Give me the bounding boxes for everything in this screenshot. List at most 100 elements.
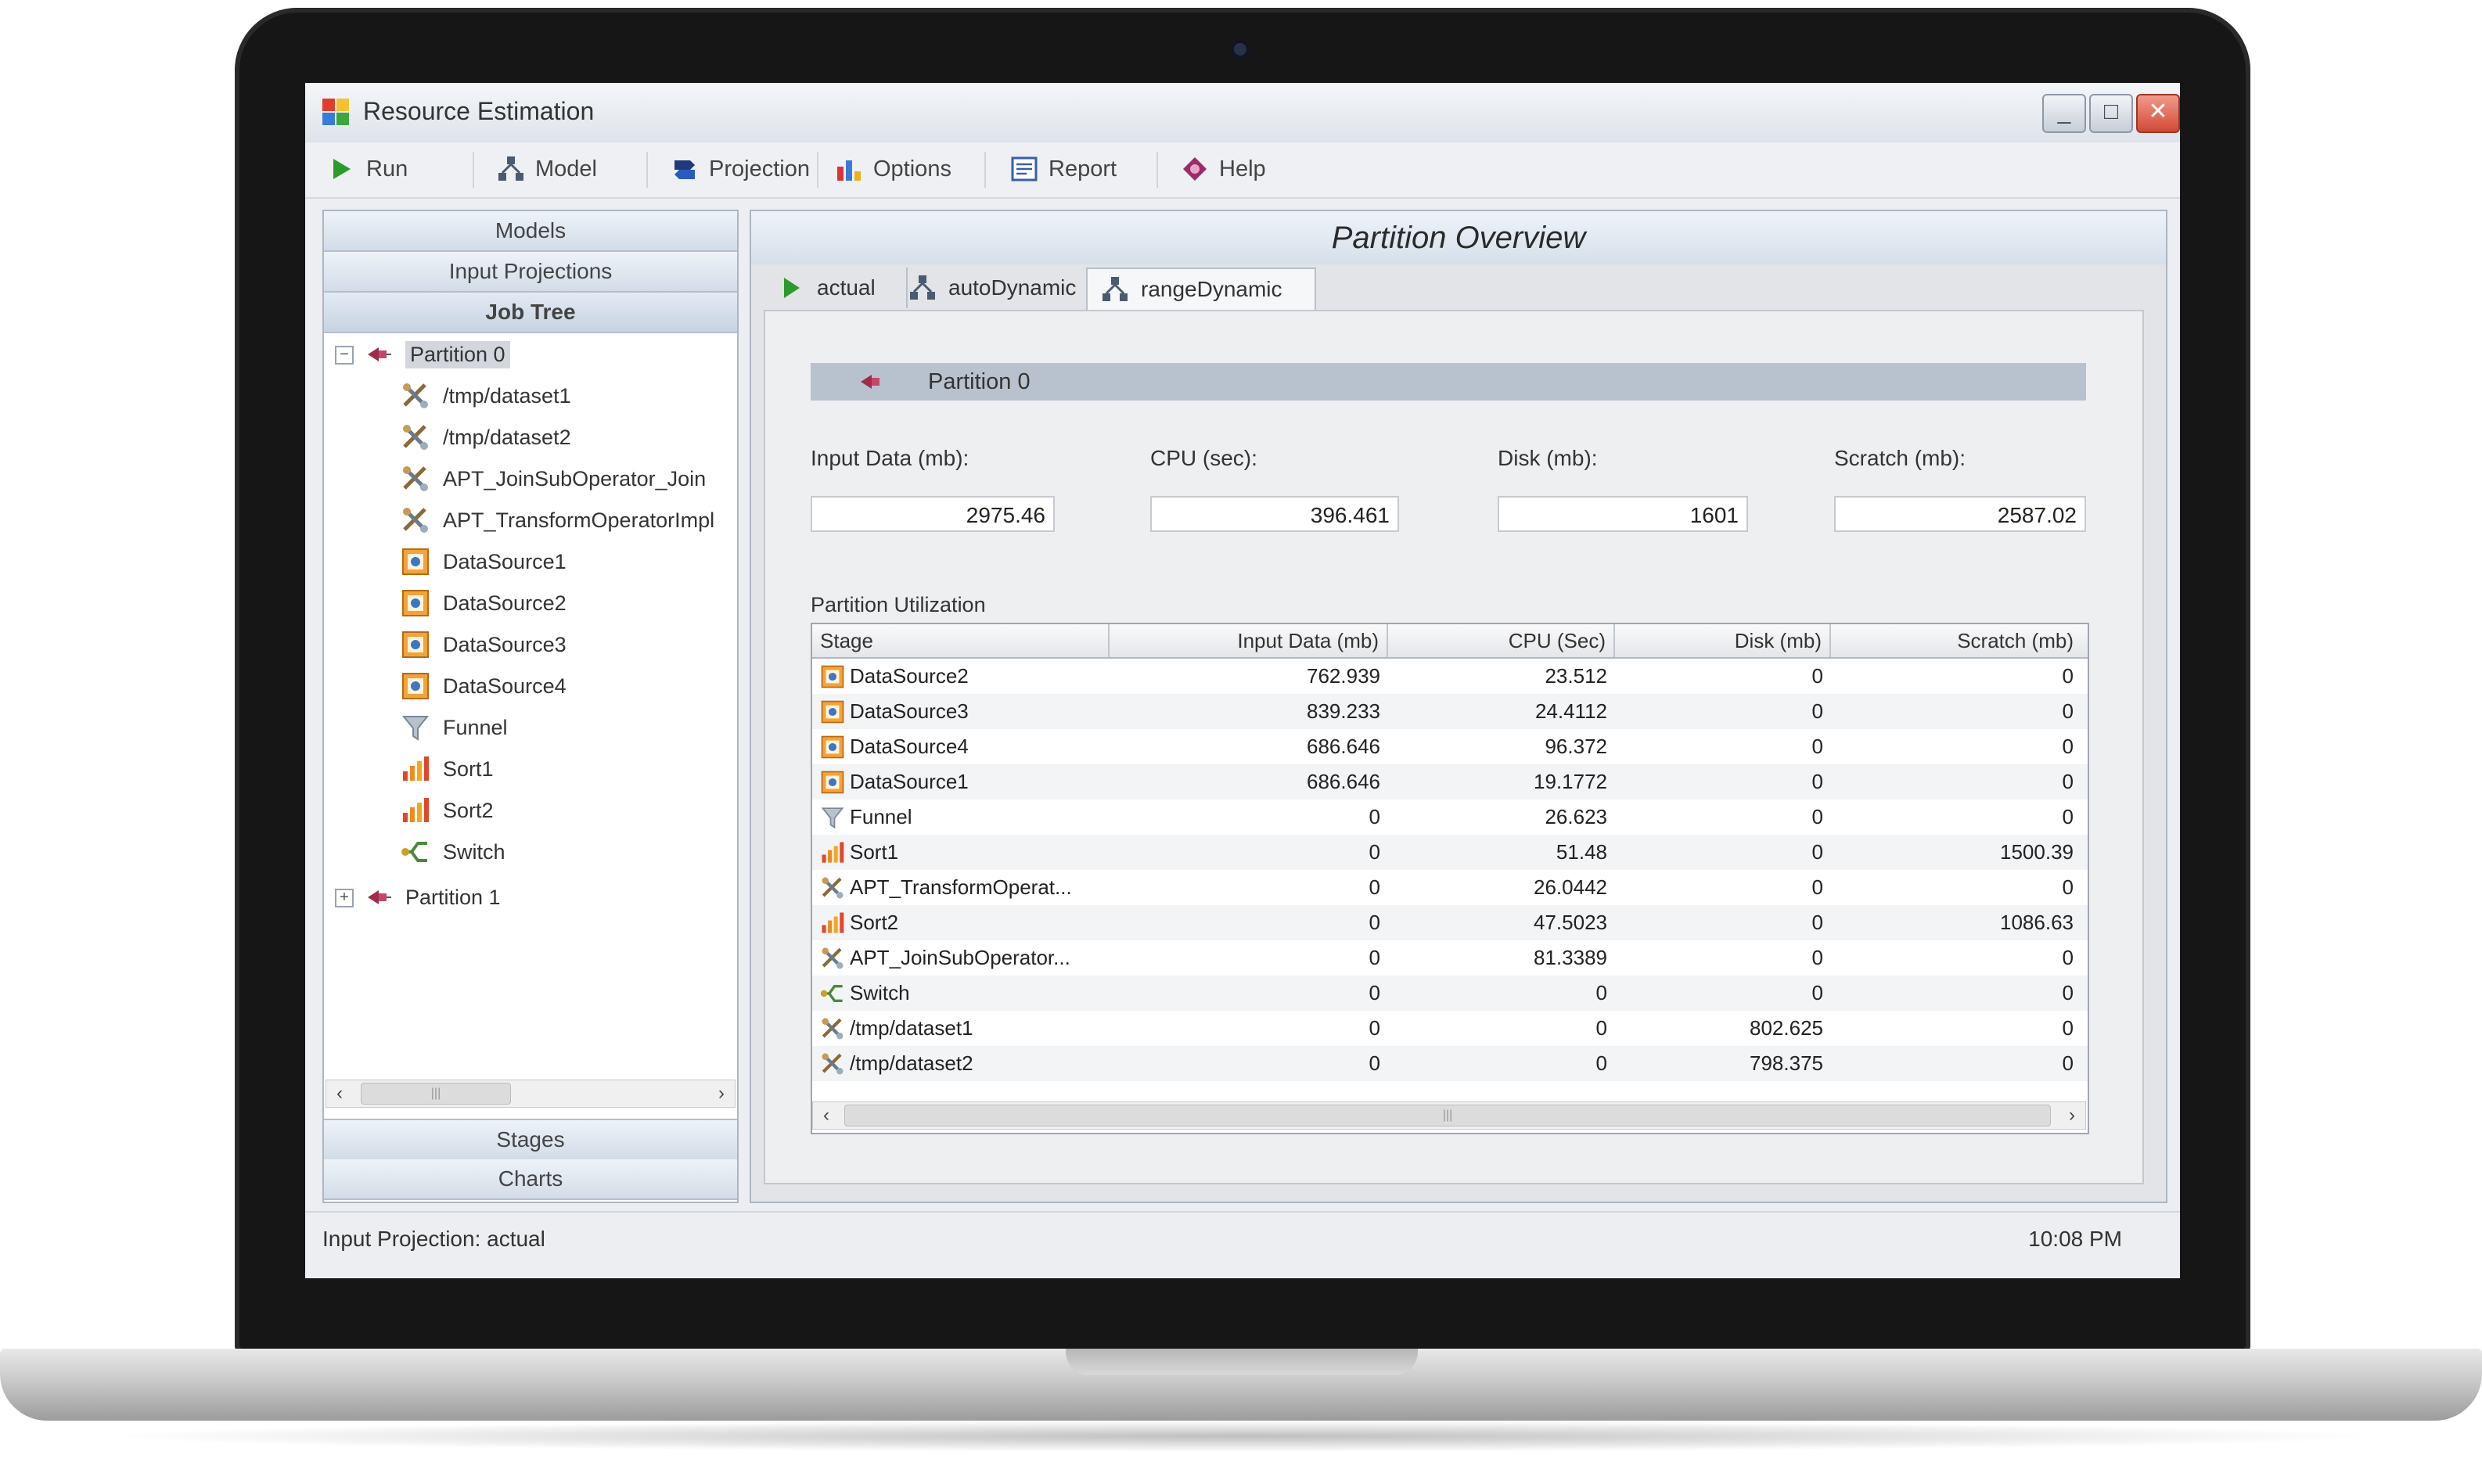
tree-item[interactable]: DataSource2: [401, 585, 567, 621]
model-button[interactable]: Model: [496, 150, 597, 188]
table-row[interactable]: APT_TransformOperat... 0 26.0442 0 0: [812, 870, 2088, 905]
operator-icon: [822, 1018, 844, 1039]
partition-banner: Partition 0: [811, 363, 2086, 401]
left-panel: Models Input Projections Job Tree − Part…: [322, 210, 739, 1203]
tree-item[interactable]: Sort2: [401, 792, 494, 828]
toolbar-separator: [817, 152, 818, 188]
laptop-shadow: [94, 1421, 2388, 1452]
disk-cell: 802.625: [1750, 1016, 1823, 1040]
tree-item-label: DataSource1: [443, 549, 567, 573]
table-row[interactable]: DataSource1 686.646 19.1772 0 0: [812, 764, 2088, 799]
tree-item-partition1[interactable]: Partition 1: [363, 879, 501, 915]
scratch-cell: 1086.63: [2000, 911, 2074, 934]
table-row[interactable]: /tmp/dataset2 0 0 798.375 0: [812, 1046, 2088, 1081]
funnel-icon: [821, 807, 844, 828]
tab-rangedynamic[interactable]: rangeDynamic: [1086, 268, 1316, 310]
cpu-field[interactable]: 396.461: [1150, 496, 1399, 532]
scratch-label: Scratch (mb):: [1834, 446, 1966, 470]
tree-item[interactable]: DataSource3: [401, 627, 567, 663]
scratch-cell: 0: [2062, 664, 2074, 688]
report-button[interactable]: Report: [1009, 150, 1117, 188]
scroll-thumb[interactable]: |||: [844, 1105, 2051, 1126]
tree-item-partition0[interactable]: Partition 0: [363, 336, 510, 372]
title-bar[interactable]: Resource Estimation _ □ ✕: [305, 83, 2180, 143]
stages-header[interactable]: Stages: [324, 1119, 737, 1161]
datasource-icon: [402, 590, 429, 616]
tree-label-partition1: Partition 1: [405, 885, 501, 909]
tree-item[interactable]: /tmp/dataset2: [401, 419, 571, 455]
scroll-right-arrow-icon[interactable]: ›: [708, 1080, 735, 1107]
disk-field[interactable]: 1601: [1498, 496, 1748, 532]
expand-partition1-toggle[interactable]: +: [335, 889, 354, 907]
toolbar-separator: [984, 152, 986, 188]
table-row[interactable]: Sort1 0 51.48 0 1500.39: [812, 835, 2088, 870]
cpu-cell: 47.5023: [1534, 911, 1607, 934]
tree-item[interactable]: Switch: [401, 834, 505, 870]
column-header-scratch[interactable]: Scratch (mb): [1831, 624, 2081, 657]
scroll-left-arrow-icon[interactable]: ‹: [813, 1102, 840, 1129]
input-cell: 0: [1369, 911, 1380, 934]
job-tree-header[interactable]: Job Tree: [324, 293, 737, 333]
table-row[interactable]: DataSource3 839.233 24.4112 0 0: [812, 694, 2088, 729]
models-header[interactable]: Models: [324, 211, 737, 252]
tree-item[interactable]: Sort1: [401, 751, 494, 787]
run-button[interactable]: Run: [327, 150, 408, 188]
collapse-partition0-toggle[interactable]: −: [335, 346, 354, 365]
disk-cell: 0: [1811, 911, 1823, 934]
stage-name: Sort2: [850, 911, 899, 934]
column-header-input-data[interactable]: Input Data (mb): [1110, 624, 1388, 657]
input-projections-header[interactable]: Input Projections: [324, 252, 737, 293]
tree-item-label: /tmp/dataset1: [443, 383, 571, 408]
tree-item[interactable]: /tmp/dataset1: [401, 378, 571, 414]
sort-icon: [822, 912, 844, 933]
tree-item[interactable]: Funnel: [401, 710, 508, 746]
tab-autodynamic[interactable]: autoDynamic: [895, 268, 1099, 308]
column-header-disk[interactable]: Disk (mb): [1615, 624, 1831, 657]
scratch-cell: 0: [2062, 1016, 2074, 1040]
cpu-cell: 0: [1595, 981, 1607, 1004]
window-title: Resource Estimation: [363, 97, 595, 125]
tab-actual[interactable]: actual: [764, 268, 908, 308]
help-button[interactable]: Help: [1180, 150, 1266, 188]
stage-cell: Sort2: [812, 905, 1110, 940]
minimize-button[interactable]: _: [2042, 94, 2086, 133]
table-row[interactable]: DataSource2 762.939 23.512 0 0: [812, 659, 2088, 694]
table-row[interactable]: Switch 0 0 0 0: [812, 976, 2088, 1011]
tree-horizontal-scrollbar[interactable]: ‹ ||| ›: [326, 1080, 736, 1108]
stage-cell: DataSource2: [812, 659, 1110, 694]
cpu-cell: 19.1772: [1534, 770, 1607, 793]
input-data-field[interactable]: 2975.46: [811, 496, 1055, 532]
table-row[interactable]: Sort2 0 47.5023 0 1086.63: [812, 905, 2088, 940]
model-label: Model: [535, 156, 597, 181]
table-row[interactable]: DataSource4 686.646 96.372 0 0: [812, 729, 2088, 764]
disk-cell: 0: [1811, 664, 1823, 688]
status-input-projection: Input Projection: actual: [322, 1227, 545, 1251]
tree-item[interactable]: DataSource1: [401, 544, 567, 580]
scroll-left-arrow-icon[interactable]: ‹: [326, 1080, 353, 1107]
tree-item-label: Switch: [443, 839, 505, 864]
operator-icon: [403, 466, 428, 491]
table-row[interactable]: Funnel 0 26.623 0 0: [812, 799, 2088, 835]
tree-item[interactable]: APT_TransformOperatorImpl: [401, 502, 714, 538]
scratch-field[interactable]: 2587.02: [1834, 496, 2086, 532]
tree-item[interactable]: DataSource4: [401, 668, 567, 704]
close-button[interactable]: ✕: [2136, 94, 2180, 133]
cpu-cell: 51.48: [1556, 840, 1607, 864]
tree-item[interactable]: APT_JoinSubOperator_Join: [401, 461, 706, 497]
column-header-cpu[interactable]: CPU (Sec): [1388, 624, 1615, 657]
projection-button[interactable]: Projection: [670, 150, 810, 188]
datasource-icon: [402, 673, 429, 699]
table-horizontal-scrollbar[interactable]: ‹ ||| ›: [812, 1101, 2086, 1130]
switch-icon: [401, 842, 427, 862]
table-row[interactable]: APT_JoinSubOperator... 0 81.3389 0 0: [812, 940, 2088, 976]
scroll-thumb[interactable]: |||: [361, 1083, 511, 1105]
charts-header[interactable]: Charts: [324, 1159, 737, 1200]
operator-icon: [822, 877, 844, 898]
cpu-cell: 81.3389: [1534, 946, 1607, 969]
scroll-right-arrow-icon[interactable]: ›: [2059, 1102, 2085, 1129]
column-header-stage[interactable]: Stage: [812, 624, 1110, 657]
maximize-button[interactable]: □: [2089, 94, 2133, 133]
options-button[interactable]: Options: [834, 150, 951, 188]
cpu-cell: 24.4112: [1534, 699, 1607, 723]
table-row[interactable]: /tmp/dataset1 0 0 802.625 0: [812, 1011, 2088, 1046]
